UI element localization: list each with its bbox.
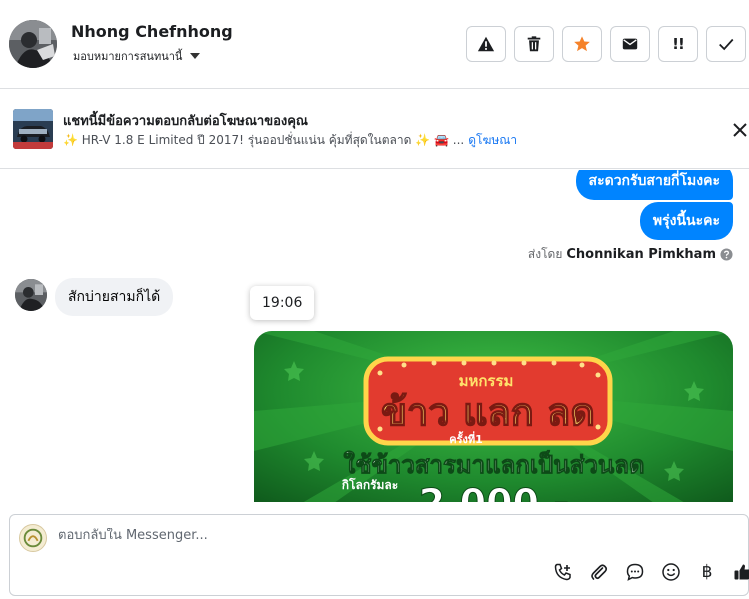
view-ad-link[interactable]: ดูโฆษณา: [468, 131, 517, 150]
emoji-button[interactable]: [661, 562, 681, 582]
mark-unread-button[interactable]: [610, 26, 650, 62]
page-avatar: [19, 524, 47, 552]
like-button[interactable]: [733, 562, 749, 582]
contact-avatar[interactable]: [9, 20, 57, 68]
promo-line2: ข้าว แลก ลด: [381, 390, 595, 434]
conversation-header: Nhong Chefnhong มอบหมายการสนทนานี้ !!: [0, 0, 749, 89]
sent-by-prefix: ส่งโดย: [527, 247, 563, 261]
call-button[interactable]: [553, 562, 573, 582]
composer-toolbar: ฿: [553, 562, 749, 582]
promo-image-message[interactable]: มหกรรม ข้าว แลก ลด ครั้งที่1 ใช้ข้าวสารม…: [254, 331, 733, 502]
ad-thumbnail[interactable]: [13, 109, 53, 149]
check-icon: [719, 38, 734, 51]
phone-plus-icon: [554, 563, 571, 581]
follow-up-button[interactable]: [562, 26, 602, 62]
priority-button[interactable]: !!: [658, 26, 698, 62]
promo-line5: กิโลกรัมละ: [342, 477, 398, 492]
promo-line6: 2,000.-: [419, 481, 569, 502]
chat-bubble-icon: [626, 563, 644, 581]
contact-name[interactable]: Nhong Chefnhong: [71, 22, 233, 41]
attach-button[interactable]: [589, 562, 609, 582]
sender-name: Chonnikan Pimkham: [566, 247, 716, 262]
sent-by-label: ส่งโดย Chonnikan Pimkham: [528, 245, 733, 264]
done-button[interactable]: [706, 26, 746, 62]
assign-conversation-dropdown[interactable]: มอบหมายการสนทนานี้: [73, 47, 201, 65]
message-thread: สะดวกรับสายกี่โมงคะ พรุ่งนี้นะคะ ส่งโดย …: [0, 170, 749, 502]
help-icon[interactable]: [720, 248, 733, 261]
promo-image: มหกรรม ข้าว แลก ลด ครั้งที่1 ใช้ข้าวสารม…: [254, 331, 733, 502]
thumbs-up-icon: [734, 564, 749, 580]
promo-line3: ครั้งที่1: [449, 431, 483, 446]
reply-input[interactable]: [58, 528, 658, 543]
ad-banner-title: แชทนี้มีข้อความตอบกลับต่อโฆษณาของคุณ: [63, 114, 308, 129]
close-icon: [733, 123, 747, 137]
promo-line1: มหกรรม: [459, 372, 514, 390]
trash-icon: [527, 36, 541, 52]
message-time-tooltip: 19:06: [250, 286, 315, 320]
close-banner-button[interactable]: [731, 121, 749, 139]
star-icon: [574, 36, 590, 52]
envelope-icon: [622, 38, 638, 50]
smiley-icon: [662, 563, 680, 581]
outgoing-message[interactable]: พรุ่งนี้นะคะ: [639, 202, 733, 240]
saved-replies-button[interactable]: [625, 562, 645, 582]
chevron-down-icon: [190, 53, 201, 59]
paperclip-icon: [591, 564, 608, 580]
delete-button[interactable]: [514, 26, 554, 62]
conversation-actions: !!: [466, 26, 746, 62]
warning-icon: [477, 36, 495, 52]
promo-line4: ใช้ข้าวสารมาแลกเป็นส่วนลด: [343, 450, 644, 479]
contact-avatar-small[interactable]: [15, 279, 47, 311]
ad-banner-subtitle-row: ✨ HR-V 1.8 E Limited ปี 2017! รุ่นออปชั่…: [63, 131, 517, 150]
ad-banner-subtitle: ✨ HR-V 1.8 E Limited ปี 2017! รุ่นออปชั่…: [63, 133, 465, 147]
payment-button[interactable]: ฿: [697, 562, 717, 582]
incoming-message[interactable]: สักบ่ายสามก็ได้: [55, 278, 174, 316]
spam-button[interactable]: [466, 26, 506, 62]
baht-icon: ฿: [701, 562, 713, 582]
priority-icon: !!: [672, 35, 685, 53]
message-composer: ฿: [9, 514, 749, 596]
ad-reply-banner: แชทนี้มีข้อความตอบกลับต่อโฆษณาของคุณ ✨ H…: [0, 89, 749, 169]
assign-label: มอบหมายการสนทนานี้: [73, 50, 183, 63]
outgoing-message[interactable]: สะดวกรับสายกี่โมงคะ: [575, 170, 733, 200]
